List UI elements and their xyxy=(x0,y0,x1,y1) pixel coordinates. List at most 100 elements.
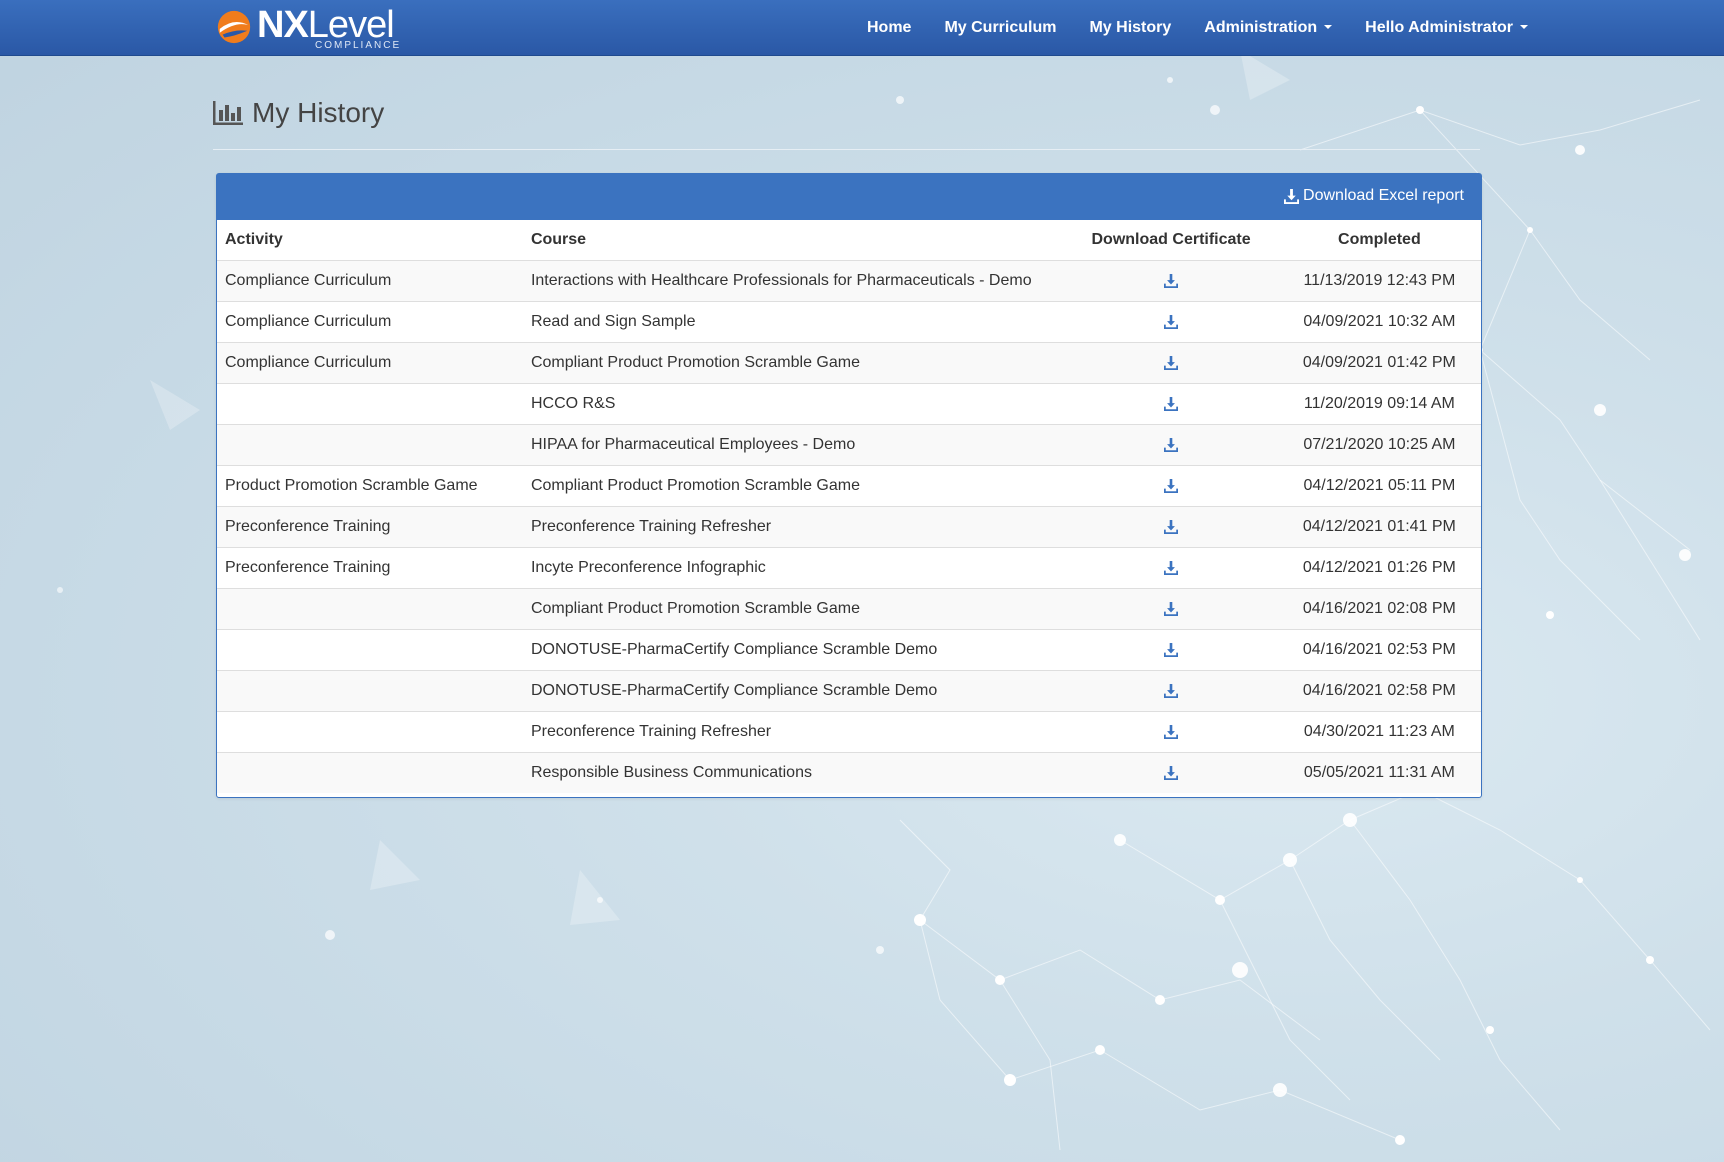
cell-completed: 04/09/2021 10:32 AM xyxy=(1277,301,1481,343)
cell-course: Preconference Training Refresher xyxy=(530,711,1065,753)
bar-chart-icon xyxy=(213,101,243,125)
col-header-course[interactable]: Course xyxy=(530,220,1065,261)
cell-activity: Compliance Curriculum xyxy=(217,342,531,384)
caret-down-icon xyxy=(1324,25,1333,30)
cell-activity xyxy=(217,752,531,793)
top-navbar: NXLevel COMPLIANCE Home My Curriculum My… xyxy=(0,0,1724,56)
completed-date: 04/12/2021 05:11 PM xyxy=(1303,477,1456,494)
table-row: Product Promotion Scramble Game Compliant… xyxy=(217,465,1481,507)
cell-course: Responsible Business Communications xyxy=(530,752,1065,793)
history-panel: Download Excel report Activity Course Do… xyxy=(216,173,1482,798)
nav-administration-label: Administration xyxy=(1204,18,1318,36)
cell-download-certificate xyxy=(1064,547,1278,589)
cell-activity xyxy=(217,711,531,753)
main-nav: Home My Curriculum My History Administra… xyxy=(867,0,1561,55)
cell-download-certificate xyxy=(1064,670,1278,712)
download-certificate-icon[interactable] xyxy=(1164,765,1179,780)
cell-completed: 04/09/2021 01:42 PM xyxy=(1277,342,1481,384)
table-row: Responsible Business Communications 05/05… xyxy=(217,752,1481,793)
cell-activity xyxy=(217,383,531,425)
completed-date: 04/16/2021 02:08 PM xyxy=(1302,600,1456,617)
download-certificate-icon[interactable] xyxy=(1164,314,1179,329)
download-excel-label: Download Excel report xyxy=(1303,187,1464,204)
cell-course: Incyte Preconference Infographic xyxy=(530,547,1065,589)
nav-my-curriculum[interactable]: My Curriculum xyxy=(944,19,1056,37)
cell-download-certificate xyxy=(1064,383,1278,425)
col-header-activity[interactable]: Activity xyxy=(217,220,531,261)
cell-completed: 11/13/2019 12:43 PM xyxy=(1277,260,1481,302)
cell-course: Compliant Product Promotion Scramble Gam… xyxy=(530,588,1065,630)
logo-mark-icon xyxy=(217,10,251,44)
cell-download-certificate xyxy=(1064,711,1278,753)
nav-home[interactable]: Home xyxy=(867,19,911,37)
history-table: Activity Course Download Certificate Com… xyxy=(217,220,1481,793)
download-certificate-icon[interactable] xyxy=(1164,478,1179,493)
panel-header: Download Excel report xyxy=(217,174,1481,220)
cell-course: DONOTUSE-PharmaCertify Compliance Scramb… xyxy=(530,670,1065,712)
cell-download-certificate xyxy=(1064,629,1278,671)
table-row: HIPAA for Pharmaceutical Employees - Dem… xyxy=(217,424,1481,466)
download-certificate-icon[interactable] xyxy=(1164,355,1179,370)
download-icon xyxy=(1284,188,1300,204)
download-certificate-icon[interactable] xyxy=(1164,396,1179,411)
table-row: Compliance Curriculum Interactions with H… xyxy=(217,260,1481,302)
download-certificate-icon[interactable] xyxy=(1164,560,1179,575)
completed-date: 04/30/2021 11:23 AM xyxy=(1303,723,1455,740)
download-excel-button[interactable]: Download Excel report xyxy=(1284,187,1464,205)
cell-completed: 04/12/2021 01:41 PM xyxy=(1277,506,1481,548)
cell-download-certificate xyxy=(1064,506,1278,548)
completed-date: 04/16/2021 02:53 PM xyxy=(1302,641,1456,658)
download-certificate-icon[interactable] xyxy=(1164,683,1179,698)
cell-download-certificate xyxy=(1064,301,1278,343)
cell-download-certificate xyxy=(1064,588,1278,630)
cell-activity: Preconference Training xyxy=(217,547,531,589)
download-certificate-icon[interactable] xyxy=(1164,601,1179,616)
cell-activity xyxy=(217,588,531,630)
cell-completed: 04/12/2021 01:26 PM xyxy=(1277,547,1481,589)
completed-date: 04/09/2021 01:42 PM xyxy=(1302,354,1456,371)
cell-download-certificate xyxy=(1064,342,1278,384)
table-row: Compliant Product Promotion Scramble Gam… xyxy=(217,588,1481,630)
cell-course: Compliant Product Promotion Scramble Gam… xyxy=(530,465,1065,507)
cell-course: Interactions with Healthcare Professiona… xyxy=(530,260,1065,302)
table-row: Compliance Curriculum Compliant Product P… xyxy=(217,342,1481,384)
nav-my-history[interactable]: My History xyxy=(1089,19,1171,37)
cell-completed: 07/21/2020 10:25 AM xyxy=(1277,424,1481,466)
completed-date: 04/12/2021 01:26 PM xyxy=(1302,559,1456,576)
table-header-row: Activity Course Download Certificate Com… xyxy=(217,220,1481,261)
cell-completed: 05/05/2021 11:31 AM xyxy=(1277,752,1481,793)
page-title-text: My History xyxy=(252,97,385,128)
cell-activity xyxy=(217,629,531,671)
completed-date: 05/05/2021 11:31 AM xyxy=(1303,764,1455,781)
completed-date: 04/12/2021 01:41 PM xyxy=(1302,518,1456,535)
cell-course: HCCO R&S xyxy=(530,383,1065,425)
download-certificate-icon[interactable] xyxy=(1164,724,1179,739)
nav-administration[interactable]: Administration xyxy=(1204,18,1333,37)
cell-course: DONOTUSE-PharmaCertify Compliance Scramb… xyxy=(530,629,1065,671)
download-certificate-icon[interactable] xyxy=(1164,273,1179,288)
nav-user-label: Hello Administrator xyxy=(1365,18,1514,36)
completed-date: 04/09/2021 10:32 AM xyxy=(1303,313,1456,330)
table-row: Compliance Curriculum Read and Sign Sampl… xyxy=(217,301,1481,343)
col-header-completed[interactable]: Completed xyxy=(1277,220,1481,261)
table-row: Preconference Training Preconference Trai… xyxy=(217,506,1481,548)
page-title: My History xyxy=(213,97,384,129)
cell-activity: Product Promotion Scramble Game xyxy=(217,465,531,507)
table-row: DONOTUSE-PharmaCertify Compliance Scramb… xyxy=(217,670,1481,712)
table-row: HCCO R&S 11/20/2019 09:14 AM xyxy=(217,383,1481,425)
download-certificate-icon[interactable] xyxy=(1164,437,1179,452)
table-row: Preconference Training Refresher 04/30/20… xyxy=(217,711,1481,753)
cell-course: HIPAA for Pharmaceutical Employees - Dem… xyxy=(530,424,1065,466)
col-header-certificate[interactable]: Download Certificate xyxy=(1064,220,1278,261)
table-body: Compliance Curriculum Interactions with H… xyxy=(217,260,1481,793)
cell-download-certificate xyxy=(1064,752,1278,793)
cell-course: Read and Sign Sample xyxy=(530,301,1065,343)
download-certificate-icon[interactable] xyxy=(1164,642,1179,657)
cell-activity: Compliance Curriculum xyxy=(217,260,531,302)
cell-download-certificate xyxy=(1064,424,1278,466)
download-certificate-icon[interactable] xyxy=(1164,519,1179,534)
brand-subtitle: COMPLIANCE xyxy=(315,40,402,51)
brand-name-bold: NX xyxy=(257,4,309,46)
cell-completed: 04/30/2021 11:23 AM xyxy=(1277,711,1481,753)
nav-user-menu[interactable]: Hello Administrator xyxy=(1365,18,1529,37)
